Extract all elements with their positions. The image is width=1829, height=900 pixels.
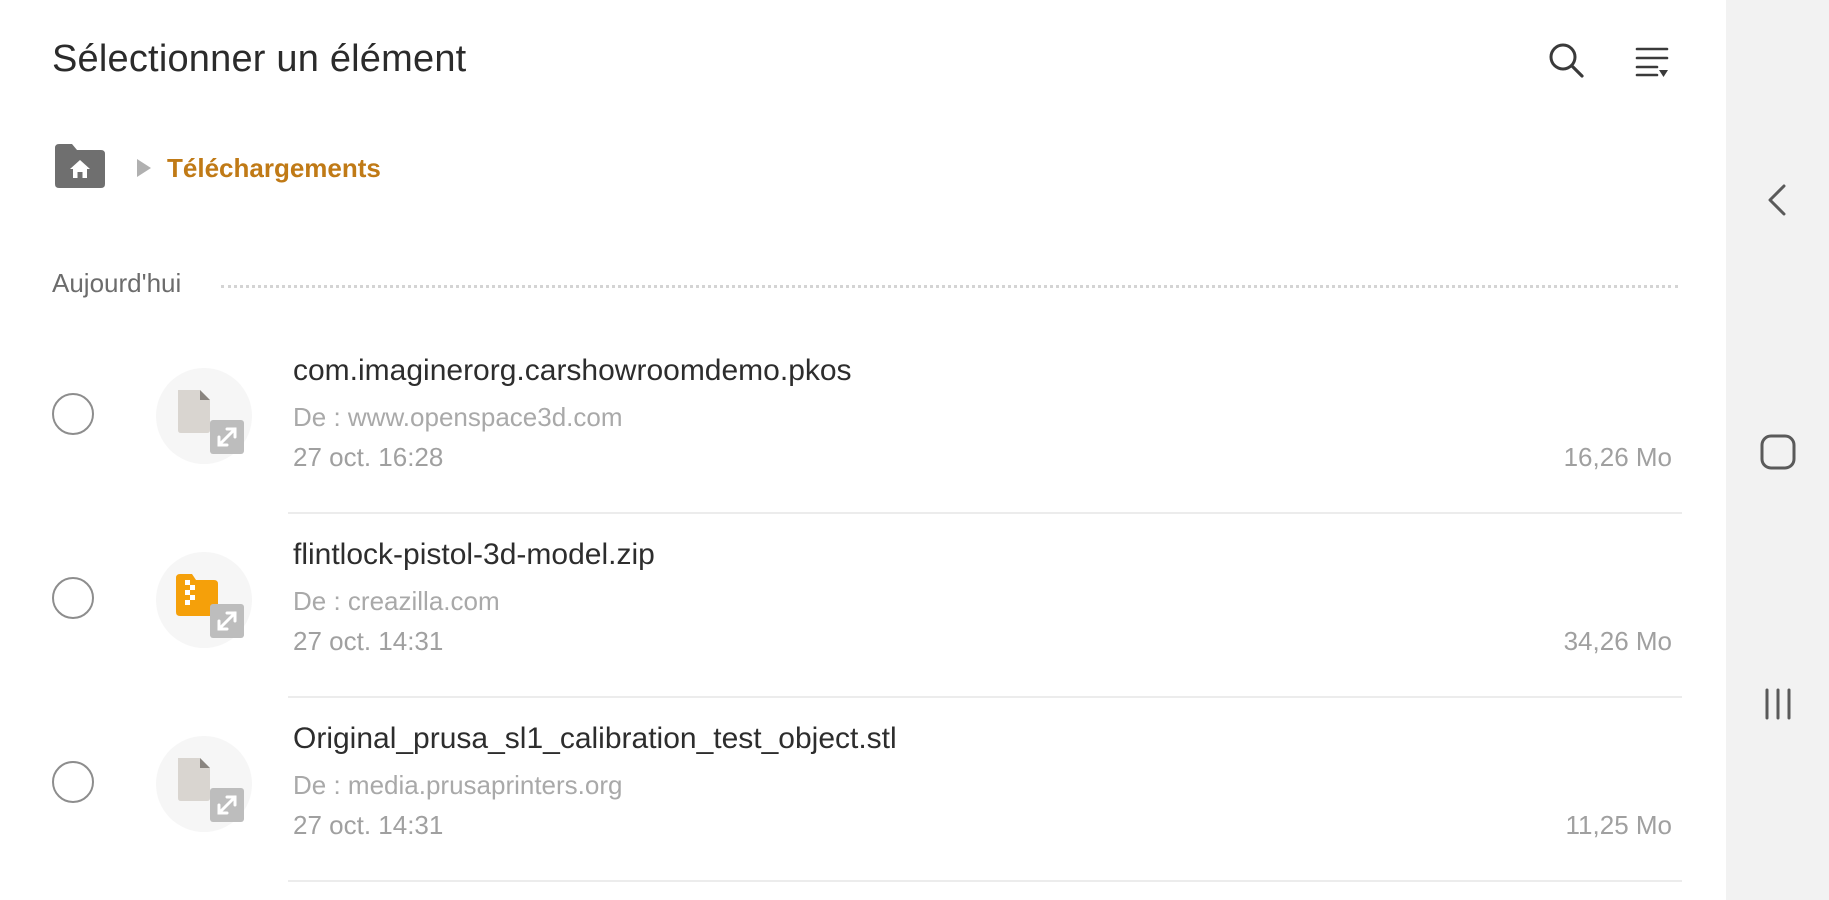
system-nav-bar [1726,0,1829,900]
list-item[interactable]: flintlock-pistol-3d-model.zip De : creaz… [0,514,1726,698]
back-icon [1758,180,1798,225]
list-divider [288,880,1682,882]
page-title: Sélectionner un élément [52,38,467,80]
file-name: flintlock-pistol-3d-model.zip [293,538,655,571]
zip-archive-icon [156,552,252,648]
breadcrumb-current-folder[interactable]: Téléchargements [167,153,381,184]
file-name: com.imaginerorg.carshowroomdemo.pkos [293,354,852,387]
recents-button[interactable] [1746,674,1810,738]
select-radio[interactable] [52,761,94,803]
home-folder-icon [52,142,108,195]
file-size: 16,26 Mo [1563,442,1672,472]
breadcrumb-home-button[interactable] [52,140,112,196]
app-window: Sélectionner un élément Téléchargements … [0,0,1829,900]
file-list: com.imaginerorg.carshowroomdemo.pkos De … [0,330,1726,882]
file-size: 11,25 Mo [1565,810,1672,840]
generic-file-icon [156,736,252,832]
search-icon [1546,40,1586,80]
file-size: 34,26 Mo [1563,626,1672,656]
home-nav-icon [1758,432,1798,477]
section-label: Aujourd'hui [52,268,182,298]
generic-file-icon [156,368,252,464]
sort-button[interactable] [1622,30,1682,90]
section-divider [221,285,1678,288]
recents-icon [1758,684,1798,729]
search-button[interactable] [1536,30,1596,90]
home-nav-button[interactable] [1746,422,1810,486]
file-picker-panel: Sélectionner un élément Téléchargements … [0,0,1726,900]
date-section-header: Aujourd'hui [52,268,1678,299]
file-source: De : creazilla.com [293,586,500,616]
sort-icon [1632,40,1672,80]
file-date: 27 oct. 14:31 [293,626,444,656]
file-source: De : media.prusaprinters.org [293,770,623,800]
file-name: Original_prusa_sl1_calibration_test_obje… [293,722,897,755]
breadcrumb: Téléchargements [52,140,381,196]
back-button[interactable] [1746,170,1810,234]
select-radio[interactable] [52,577,94,619]
file-source: De : www.openspace3d.com [293,402,623,432]
list-item[interactable]: com.imaginerorg.carshowroomdemo.pkos De … [0,330,1726,514]
list-item[interactable]: Original_prusa_sl1_calibration_test_obje… [0,698,1726,882]
select-radio[interactable] [52,393,94,435]
file-date: 27 oct. 14:31 [293,810,444,840]
breadcrumb-separator-icon [137,159,151,177]
file-date: 27 oct. 16:28 [293,442,444,472]
